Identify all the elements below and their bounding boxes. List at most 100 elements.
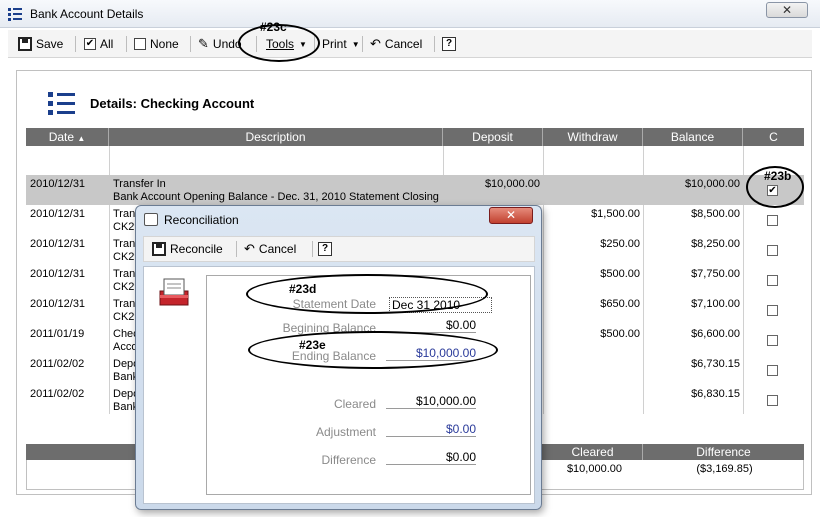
difference-label: Difference <box>321 453 376 467</box>
description-cell: Tran <box>113 238 136 250</box>
help-icon: ? <box>442 37 456 51</box>
column-header-date[interactable]: Date ▲ <box>26 128 109 146</box>
toolbar-separator <box>190 36 191 52</box>
balance-cell: $7,750.00 <box>691 268 740 280</box>
annotation-ellipse <box>248 331 498 369</box>
withdraw-cell: $1,500.00 <box>591 208 640 220</box>
all-label: All <box>100 37 114 51</box>
withdraw-cell: $500.00 <box>600 268 640 280</box>
difference-field: $0.00 <box>386 450 476 465</box>
toolbar-separator <box>236 241 237 257</box>
description-cell: Transfer In <box>113 178 166 190</box>
column-header-description[interactable]: Description <box>109 128 443 146</box>
select-none-button[interactable]: None <box>134 35 179 53</box>
grid-header: Date ▲ Description Deposit Withdraw Bala… <box>26 128 804 146</box>
window-close-button[interactable]: ✕ <box>766 2 808 18</box>
balance-cell: $6,600.00 <box>691 328 740 340</box>
reconcile-button[interactable]: Reconcile <box>152 240 223 258</box>
annotation-ellipse <box>246 274 488 314</box>
reconcile-tray-icon <box>159 278 189 306</box>
summary-cleared-header: Cleared <box>543 444 643 460</box>
balance-cell: $8,250.00 <box>691 238 740 250</box>
cleared-checkbox[interactable] <box>767 245 778 256</box>
none-label: None <box>150 37 179 51</box>
adjustment-label: Adjustment <box>315 425 376 439</box>
column-header-cleared[interactable]: C <box>743 128 804 146</box>
date-cell: 2010/12/31 <box>30 208 86 220</box>
close-icon: ✕ <box>505 208 517 222</box>
date-cell: 2010/12/31 <box>30 178 86 190</box>
date-cell: 2011/01/19 <box>30 328 85 340</box>
cleared-label: Cleared <box>333 397 376 411</box>
cleared-checkbox[interactable] <box>767 395 778 406</box>
balance-cell: $8,500.00 <box>691 208 740 220</box>
annotation-label: #23e <box>299 338 326 352</box>
summary-cleared-value: $10,000.00 <box>566 463 622 475</box>
annotation-label: #23d <box>289 282 317 296</box>
reconciliation-dialog: Reconciliation ✕ Reconcile ↶ Cancel ? St… <box>135 205 542 510</box>
calculator-icon <box>144 213 158 226</box>
balance-cell: $7,100.00 <box>691 298 740 310</box>
summary-difference-header: Difference <box>696 445 751 459</box>
description-memo-cell: Bank Account Opening Balance - Dec. 31, … <box>113 191 441 203</box>
undo-arrow-icon: ↶ <box>244 241 255 256</box>
description-memo-cell: Acco <box>113 341 138 353</box>
floppy-disk-icon <box>152 242 166 256</box>
save-label: Save <box>36 37 64 51</box>
balance-cell: $6,730.15 <box>691 358 740 370</box>
cleared-checkbox[interactable] <box>767 215 778 226</box>
withdraw-cell: $500.00 <box>600 328 640 340</box>
save-button[interactable]: Save <box>18 35 63 53</box>
window-titlebar: Bank Account Details ✕ <box>0 0 820 28</box>
window-title: Bank Account Details <box>30 7 144 21</box>
date-cell: 2010/12/31 <box>30 268 86 280</box>
annotation-label: #23b <box>764 169 792 183</box>
cleared-checkbox[interactable] <box>767 305 778 316</box>
cancel-label: Cancel <box>258 242 297 256</box>
date-cell: 2010/12/31 <box>30 238 86 250</box>
date-cell: 2011/02/02 <box>30 358 85 370</box>
adjustment-field: $0.00 <box>386 422 476 437</box>
dialog-title: Reconciliation <box>164 213 239 227</box>
undo-button[interactable]: ✎ Undo <box>198 35 242 53</box>
toolbar-separator <box>312 241 313 257</box>
withdraw-cell: $650.00 <box>600 298 640 310</box>
select-all-button[interactable]: ✔ All <box>84 35 113 53</box>
cancel-button[interactable]: ↶ Cancel <box>370 35 422 53</box>
deposit-cell: $10,000.00 <box>484 178 540 190</box>
list-icon <box>8 8 22 21</box>
date-cell: 2010/12/31 <box>30 298 86 310</box>
reconcile-label: Reconcile <box>170 242 223 256</box>
toolbar-separator <box>434 36 435 52</box>
cleared-checkbox[interactable] <box>767 275 778 286</box>
table-row[interactable]: 2010/12/31 Transfer In Bank Account Open… <box>26 175 804 205</box>
page-title: Details: Checking Account <box>90 96 255 111</box>
list-icon <box>48 92 76 116</box>
main-toolbar: Save ✔ All None ✎ Undo Tools ▼ Print ▼ ↶… <box>8 30 812 58</box>
floppy-disk-icon <box>18 37 32 51</box>
print-label: Print <box>322 37 347 51</box>
cleared-checkbox[interactable] <box>767 335 778 346</box>
column-header-balance[interactable]: Balance <box>643 128 743 146</box>
dialog-help-button[interactable]: ? <box>318 240 332 258</box>
description-cell: Tran <box>113 268 136 280</box>
column-header-deposit[interactable]: Deposit <box>443 128 543 146</box>
undo-arrow-icon: ↶ <box>370 36 381 51</box>
date-cell: 2011/02/02 <box>30 388 85 400</box>
dialog-cancel-button[interactable]: ↶ Cancel <box>244 240 296 258</box>
sort-icon: ▲ <box>77 134 86 143</box>
description-cell: Tran <box>113 298 136 310</box>
balance-cell: $6,830.15 <box>691 388 740 400</box>
cleared-field: $10,000.00 <box>386 394 476 409</box>
dropdown-arrow-icon: ▼ <box>351 39 360 49</box>
cleared-checkbox[interactable] <box>767 365 778 376</box>
annotation-label: #23c <box>260 20 287 34</box>
toolbar-separator <box>126 36 127 52</box>
description-cell: Tran <box>113 208 136 220</box>
withdraw-cell: $250.00 <box>600 238 640 250</box>
column-header-withdraw[interactable]: Withdraw <box>543 128 643 146</box>
help-button[interactable]: ? <box>442 35 456 53</box>
print-menu-button[interactable]: Print ▼ <box>322 35 360 53</box>
cancel-label: Cancel <box>384 37 423 51</box>
dialog-close-button[interactable]: ✕ <box>489 207 533 224</box>
